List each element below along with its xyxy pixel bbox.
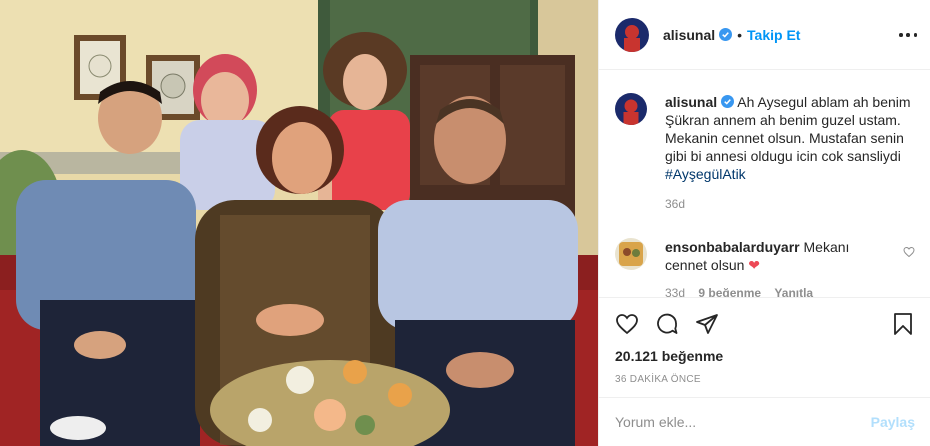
caption-age[interactable]: 36d — [665, 197, 915, 211]
post-header: alisunal • Takip Et — [599, 0, 930, 70]
caption-text-block: alisunal Ah Aysegul ablam ah benim Şükra… — [665, 93, 915, 183]
comment-text-block: ensonbabalarduyarr Mekanı cennet olsun ❤ — [665, 238, 865, 274]
verified-badge-icon — [719, 28, 733, 41]
post-timestamp[interactable]: 36 DAKİKA ÖNCE — [615, 374, 915, 385]
comments-section[interactable]: alisunal Ah Aysegul ablam ah benim Şükra… — [599, 71, 930, 297]
more-options-icon[interactable] — [899, 26, 917, 44]
comment-item: ensonbabalarduyarr Mekanı cennet olsun ❤ — [615, 238, 915, 274]
comment-avatar[interactable] — [615, 238, 647, 270]
comment-meta: 33d 9 beğenme Yanıtla — [665, 286, 915, 297]
post-photo[interactable] — [0, 0, 598, 446]
family-photo-illustration — [0, 0, 598, 446]
comment-bubble-icon[interactable] — [655, 312, 679, 336]
caption-avatar[interactable] — [615, 93, 647, 125]
post-actions: 20.121 beğenme 36 DAKİKA ÖNCE — [599, 297, 930, 397]
comment-like-heart-icon[interactable] — [903, 246, 915, 258]
add-comment-bar: Paylaş — [599, 397, 930, 446]
header-separator: • — [737, 26, 743, 43]
avatar[interactable] — [615, 17, 649, 52]
reply-button[interactable]: Yanıtla — [774, 286, 813, 297]
caption-username[interactable]: alisunal — [665, 94, 717, 110]
comment-input[interactable] — [615, 414, 871, 430]
post-side-panel: alisunal • Takip Et alisunal Ah Aysegul … — [598, 0, 930, 446]
action-icons — [615, 310, 915, 338]
likes-count[interactable]: 20.121 beğenme — [615, 348, 915, 364]
avatar-image — [615, 93, 647, 125]
comment-age[interactable]: 33d — [665, 286, 685, 297]
post-comment-button[interactable]: Paylaş — [871, 414, 915, 430]
heart-emoji: ❤ — [748, 257, 761, 273]
caption: alisunal Ah Aysegul ablam ah benim Şükra… — [615, 93, 915, 183]
verified-badge-icon — [721, 95, 735, 108]
caption-hashtag[interactable]: #AyşegülAtik — [665, 166, 746, 182]
comment-username[interactable]: ensonbabalarduyarr — [665, 239, 800, 255]
save-bookmark-icon[interactable] — [891, 312, 915, 336]
header-username[interactable]: alisunal — [663, 27, 715, 43]
comment-likes[interactable]: 9 beğenme — [698, 286, 761, 297]
avatar-image — [615, 238, 647, 270]
avatar-image — [615, 17, 649, 52]
follow-button[interactable]: Takip Et — [747, 27, 800, 43]
like-heart-icon[interactable] — [615, 312, 639, 336]
share-direct-icon[interactable] — [695, 312, 719, 336]
